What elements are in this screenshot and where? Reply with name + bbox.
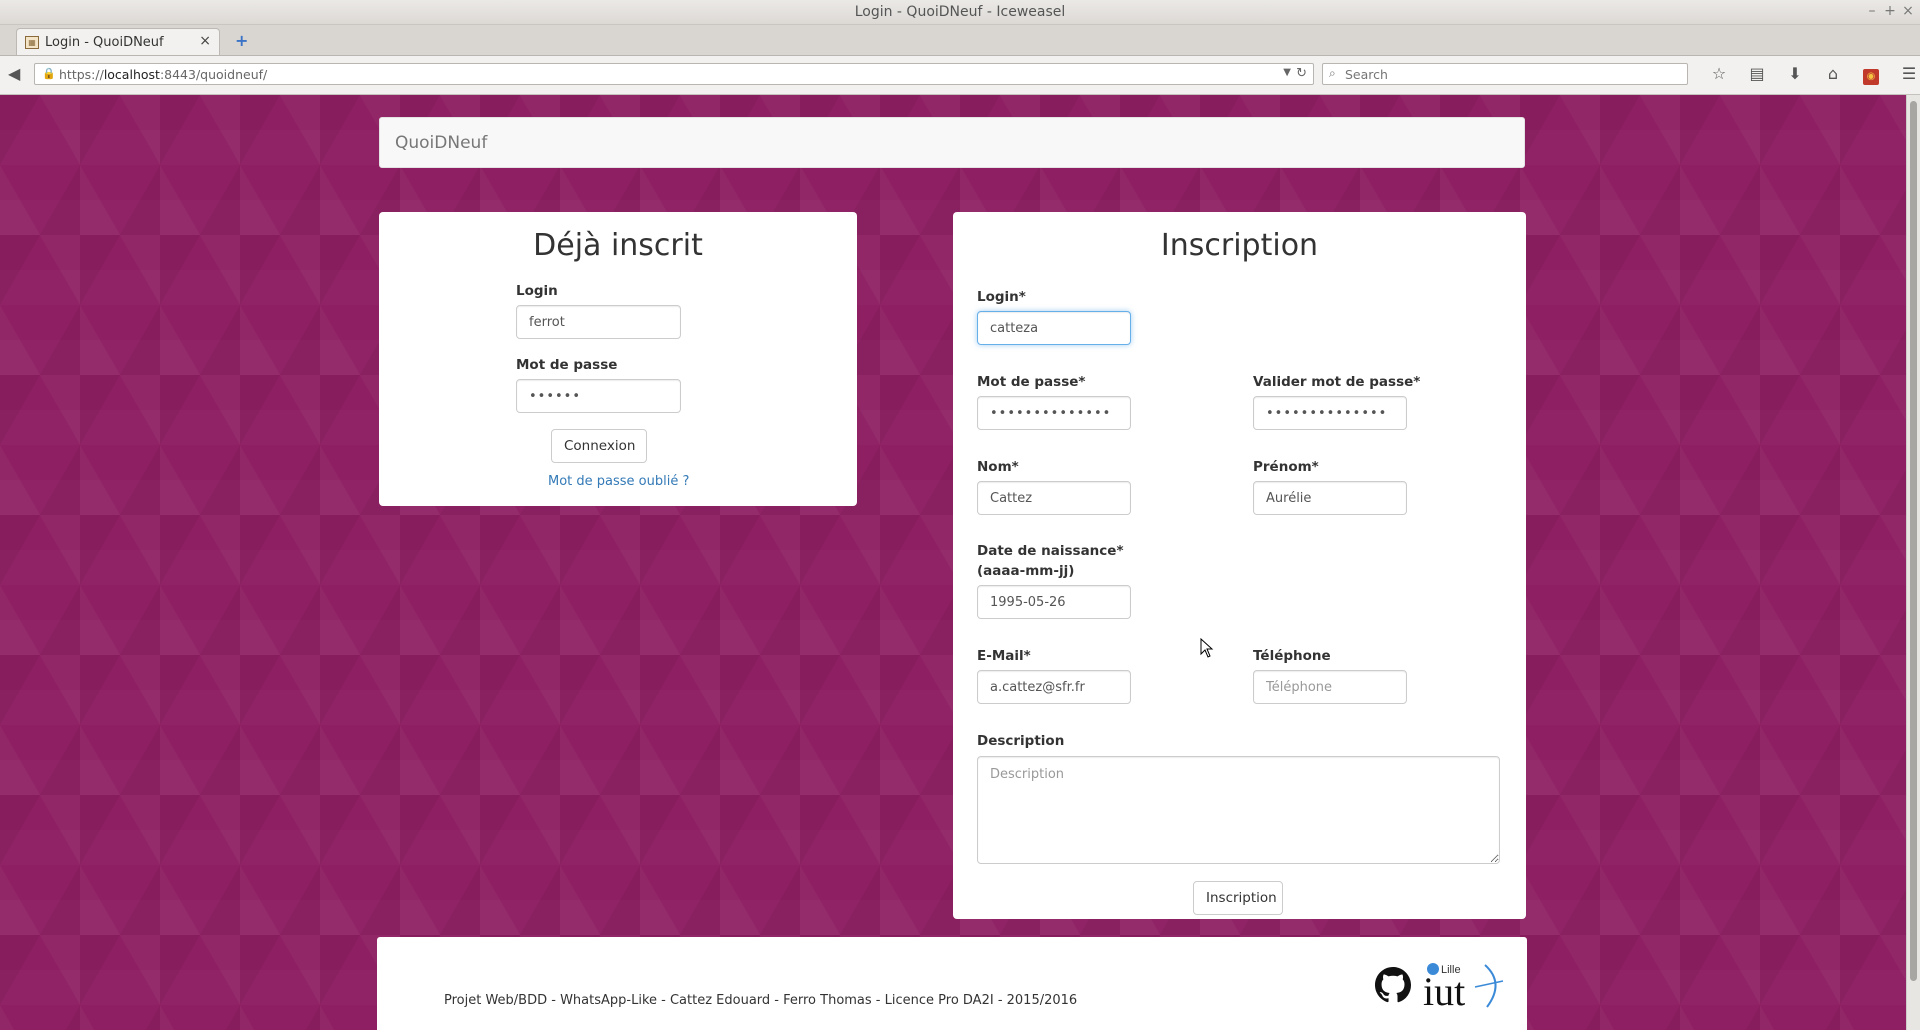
signup-panel: Inscription Login* Mot de passe* Valider… [953, 212, 1526, 919]
login-panel-title: Déjà inscrit [533, 228, 703, 263]
iut-logo-text: iut [1423, 969, 1465, 1011]
signup-password-label: Mot de passe* [977, 374, 1086, 390]
bookmark-star-icon[interactable]: ☆ [1700, 64, 1738, 85]
page-viewport: QuoiDNeuf Déjà inscrit Login Mot de pass… [0, 95, 1906, 1030]
email-label: E-Mail* [977, 648, 1031, 664]
nom-input[interactable] [977, 481, 1131, 515]
reading-list-icon[interactable]: ▤ [1738, 64, 1776, 85]
lock-icon: 🔒 [42, 67, 56, 80]
back-arrow-icon[interactable]: ◀ [8, 64, 20, 83]
minimize-button[interactable]: – [1866, 3, 1878, 19]
password-input[interactable] [516, 379, 681, 413]
search-bar[interactable]: ⌕ [1322, 63, 1688, 85]
prenom-input[interactable] [1253, 481, 1407, 515]
github-icon[interactable] [1375, 967, 1411, 1003]
birthdate-input[interactable] [977, 585, 1131, 619]
birthdate-label-line1: Date de naissance* [977, 543, 1124, 559]
tab-strip: ▦ Login - QuoiDNeuf × + [0, 25, 1920, 56]
connexion-button[interactable]: Connexion [551, 429, 647, 463]
favicon-icon: ▦ [25, 36, 39, 49]
nom-label: Nom* [977, 459, 1019, 475]
prenom-label: Prénom* [1253, 459, 1319, 475]
window-controls: – + × [1866, 3, 1914, 19]
search-icon: ⌕ [1329, 66, 1336, 80]
reload-icon[interactable]: ↻ [1296, 66, 1307, 81]
tab-close-icon[interactable]: × [199, 33, 211, 49]
new-tab-button[interactable]: + [235, 31, 248, 50]
login-label: Login [516, 283, 558, 299]
confirm-password-label: Valider mot de passe* [1253, 374, 1421, 390]
forgot-password-link[interactable]: Mot de passe oublié ? [548, 474, 689, 489]
footer: Projet Web/BDD - WhatsApp-Like - Cattez … [377, 937, 1527, 1030]
window-title: Login - QuoiDNeuf - Iceweasel [854, 4, 1066, 20]
iut-lille-logo: Lille iut [1423, 963, 1504, 1011]
phone-input[interactable] [1253, 670, 1407, 704]
login-panel: Déjà inscrit Login Mot de passe Connexio… [379, 212, 857, 506]
phone-label: Téléphone [1253, 648, 1331, 664]
signup-password-input[interactable] [977, 396, 1131, 430]
search-input[interactable] [1345, 66, 1675, 82]
description-label: Description [977, 733, 1065, 749]
toolbar-icons: ☆ ▤ ⬇ ⌂ ◉ ☰ [1700, 64, 1920, 85]
navbar-header: QuoiDNeuf [379, 117, 1525, 168]
menu-icon[interactable]: ☰ [1890, 64, 1920, 85]
signup-panel-title: Inscription [1160, 228, 1319, 263]
birthdate-label: Date de naissance* (aaaa-mm-jj) [977, 541, 1124, 581]
password-label: Mot de passe [516, 357, 618, 373]
chevron-down-icon[interactable]: ▼ [1283, 67, 1291, 78]
url-text[interactable]: https://localhost:8443/quoidneuf/ [59, 67, 267, 82]
login-input[interactable] [516, 305, 681, 339]
signup-login-label: Login* [977, 289, 1026, 305]
url-prefix: https:// [59, 67, 104, 82]
home-icon[interactable]: ⌂ [1814, 64, 1852, 85]
url-rest: :8443/quoidneuf/ [159, 67, 268, 82]
birthdate-label-line2: (aaaa-mm-jj) [977, 563, 1075, 579]
navigation-toolbar: ◀ 🔒 https://localhost:8443/quoidneuf/ ▼ … [0, 56, 1920, 95]
mouse-cursor-icon [1200, 638, 1214, 658]
url-bar[interactable]: 🔒 https://localhost:8443/quoidneuf/ ▼ ↻ [34, 63, 1314, 85]
brand-link[interactable]: QuoiDNeuf [395, 133, 487, 153]
maximize-button[interactable]: + [1884, 3, 1896, 19]
window-titlebar: Login - QuoiDNeuf - Iceweasel – + × [0, 0, 1920, 25]
url-host: localhost [103, 67, 160, 82]
addon-icon[interactable]: ◉ [1852, 64, 1890, 85]
signup-login-input[interactable] [977, 311, 1131, 345]
download-icon[interactable]: ⬇ [1776, 64, 1814, 85]
email-input[interactable] [977, 670, 1131, 704]
footer-credits: Projet Web/BDD - WhatsApp-Like - Cattez … [444, 993, 1078, 1008]
close-window-button[interactable]: × [1902, 3, 1914, 19]
browser-tab[interactable]: ▦ Login - QuoiDNeuf × [16, 28, 220, 55]
inscription-button[interactable]: Inscription [1193, 881, 1283, 915]
confirm-password-input[interactable] [1253, 396, 1407, 430]
description-textarea[interactable] [977, 756, 1500, 864]
tab-label: Login - QuoiDNeuf [45, 35, 164, 50]
vertical-scrollbar[interactable] [1906, 95, 1920, 1030]
scrollbar-thumb[interactable] [1910, 101, 1917, 981]
